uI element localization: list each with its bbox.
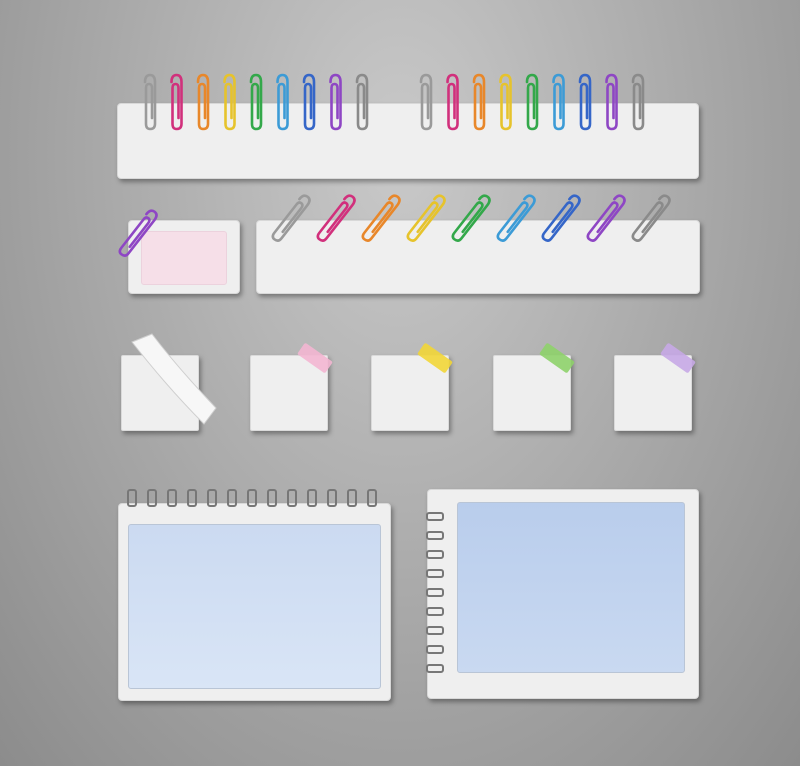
notebook-side-spiral	[427, 489, 699, 699]
spiral-ring-icon	[426, 607, 444, 616]
spiral-ring-icon	[367, 489, 377, 507]
spiral-ring-icon	[426, 531, 444, 540]
paper-clip-icon	[406, 194, 446, 242]
spiral-ring-icon	[167, 489, 177, 507]
paper-clip-icon	[496, 194, 536, 242]
spiral-ring-icon	[426, 645, 444, 654]
spiral-ring-icon	[247, 489, 257, 507]
paper-clip-icon	[451, 194, 491, 242]
spiral-ring-icon	[426, 588, 444, 597]
spiral-ring-icon	[287, 489, 297, 507]
spiral-ring-icon	[147, 489, 157, 507]
spiral-ring-icon	[127, 489, 137, 507]
spiral-ring-icon	[327, 489, 337, 507]
spiral-ring-icon	[426, 626, 444, 635]
paper-clip-icon	[118, 209, 158, 257]
spiral-ring-icon	[207, 489, 217, 507]
spiral-ring-icon	[426, 569, 444, 578]
notebook-top-spiral-panel	[128, 524, 381, 689]
spiral-ring-icon	[347, 489, 357, 507]
spiral-ring-icon	[426, 512, 444, 521]
spiral-ring-icon	[307, 489, 317, 507]
spiral-ring-icon	[227, 489, 237, 507]
spiral-ring-icon	[187, 489, 197, 507]
paper-clip-icon	[586, 194, 626, 242]
notebook-top-spiral	[118, 503, 391, 701]
paper-clip-icon	[316, 194, 356, 242]
paper-clip-icon	[361, 194, 401, 242]
paper-clip-icon	[271, 194, 311, 242]
paper-clip-icon	[541, 194, 581, 242]
paper-clip-icon	[631, 194, 671, 242]
notebook-side-spiral-panel	[457, 502, 685, 673]
spiral-ring-icon	[426, 664, 444, 673]
spiral-ring-icon	[267, 489, 277, 507]
white-tape-icon	[131, 333, 217, 425]
spiral-ring-icon	[426, 550, 444, 559]
paper-clip-row-angled	[118, 194, 671, 257]
